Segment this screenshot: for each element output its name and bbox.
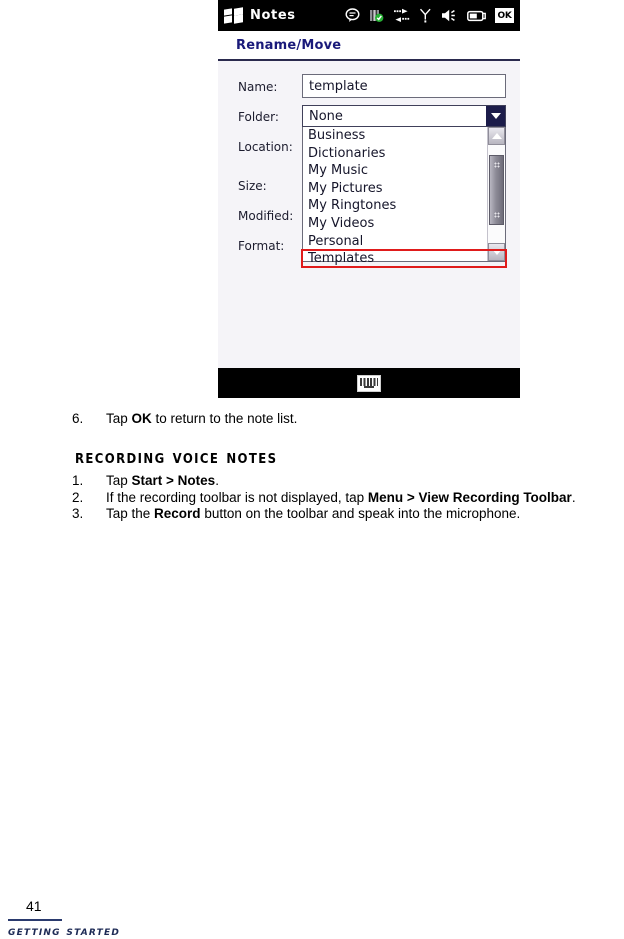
footer-divider: [8, 919, 62, 921]
windows-flag-logo-icon: [224, 6, 243, 24]
grip-dots-icon: [493, 212, 500, 218]
status-icon-tray: OK: [345, 8, 516, 23]
dropdown-scrollbar[interactable]: [487, 127, 505, 261]
steps-list: 1. Tap Start > Notes. 2. If the recordin…: [72, 473, 624, 523]
scrollbar-track[interactable]: [488, 145, 505, 243]
ok-button[interactable]: OK: [495, 8, 514, 23]
folder-option-list: Business Dictionaries My Music My Pictur…: [303, 127, 487, 266]
scrollbar-thumb[interactable]: [489, 155, 504, 225]
footer-section-title: Getting Started: [8, 924, 120, 939]
volume-speaker-icon[interactable]: [441, 8, 458, 23]
screen-page-header: Rename/Move: [218, 31, 520, 61]
list-item[interactable]: Personal: [303, 233, 487, 251]
list-item[interactable]: My Videos: [303, 215, 487, 233]
signal-bars-icon[interactable]: [369, 8, 384, 23]
step-number: 1.: [72, 473, 84, 488]
step-text: If the recording toolbar is not displaye…: [106, 489, 576, 505]
list-item[interactable]: My Music: [303, 162, 487, 180]
step-number: 3.: [72, 506, 84, 521]
label-size: Size:: [238, 179, 267, 193]
messaging-icon[interactable]: [345, 8, 360, 23]
label-name: Name:: [238, 80, 278, 94]
step-text: Tap the Record button on the toolbar and…: [106, 506, 521, 521]
step-number: 6.: [72, 411, 84, 426]
list-item[interactable]: My Ringtones: [303, 197, 487, 215]
step-6: 6. Tap OK to return to the note list.: [72, 410, 612, 428]
folder-combobox[interactable]: None: [302, 105, 506, 127]
step-text-bold: OK: [131, 411, 152, 426]
list-item[interactable]: Business: [303, 127, 487, 145]
device-title-bar: Notes OK: [218, 0, 520, 31]
folder-selected-value: None: [309, 108, 343, 124]
label-location: Location:: [238, 140, 293, 154]
folder-dropdown-list[interactable]: Business Dictionaries My Music My Pictur…: [302, 127, 506, 266]
app-title: Notes: [250, 8, 296, 23]
rename-move-form: Name: Folder: Location: Size: Modified: …: [218, 63, 520, 368]
scroll-down-icon[interactable]: [488, 243, 505, 261]
phone-signal-icon[interactable]: [419, 8, 432, 23]
list-item: 3. Tap the Record button on the toolbar …: [72, 506, 624, 522]
label-format: Format:: [238, 239, 285, 253]
list-item-templates[interactable]: Templates: [303, 250, 487, 268]
label-folder: Folder:: [238, 110, 279, 124]
scroll-up-icon[interactable]: [488, 127, 505, 145]
step-number: 2.: [72, 489, 84, 505]
label-modified: Modified:: [238, 209, 294, 223]
name-input[interactable]: template: [302, 74, 506, 98]
grip-dots-icon: [493, 162, 500, 168]
section-heading: Recording Voice Notes: [75, 447, 278, 468]
page-number: 41: [26, 898, 42, 914]
keyboard-icon[interactable]: [357, 374, 381, 392]
page-title: Rename/Move: [236, 37, 342, 53]
list-item[interactable]: Dictionaries: [303, 145, 487, 163]
chevron-down-icon[interactable]: [486, 106, 505, 126]
device-screenshot: Notes OK Rename/Move Name: Folder: Locat…: [218, 0, 520, 398]
list-item[interactable]: My Pictures: [303, 180, 487, 198]
battery-icon[interactable]: [467, 9, 486, 23]
step-text-before: Tap: [106, 411, 132, 426]
step-text-after: to return to the note list.: [151, 411, 298, 426]
list-item: 2. If the recording toolbar is not displ…: [72, 490, 624, 506]
data-connection-icon[interactable]: [393, 8, 410, 23]
step-text: Tap Start > Notes.: [106, 473, 219, 488]
soft-input-bar: [218, 368, 520, 398]
list-item: 1. Tap Start > Notes.: [72, 473, 624, 489]
